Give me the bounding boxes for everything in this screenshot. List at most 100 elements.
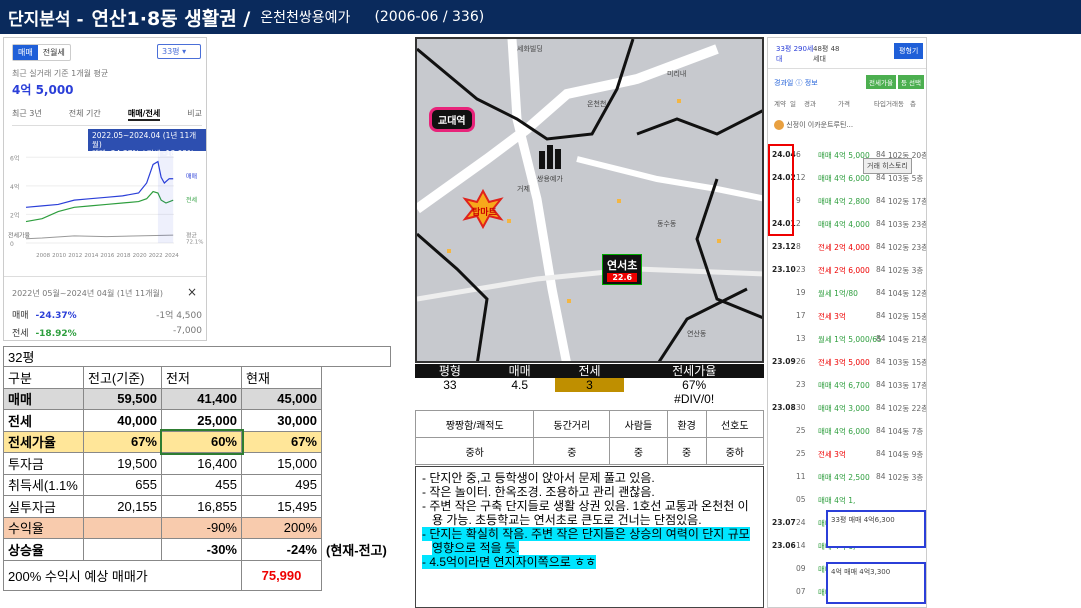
- tab-all[interactable]: 전체 기간: [69, 108, 101, 121]
- table-row[interactable]: 11 매매 4억 2,500 84 102동 3층: [768, 466, 926, 488]
- ratio-line: [25, 234, 174, 240]
- invest-cell: 655: [83, 473, 162, 496]
- q-v-1: 중하: [414, 437, 535, 465]
- map-canvas: [417, 39, 762, 361]
- pyeong-button[interactable]: 평형기: [894, 43, 924, 59]
- location-map[interactable]: 교대역 탑마트 연서초 22.6 세화빌딩 온천천 미리내 거제 쌍용예가 동수…: [415, 37, 764, 363]
- avatar: [774, 120, 784, 130]
- table-row[interactable]: 23.09 26 전세 3억 5,000 84 103동 15층: [768, 351, 926, 373]
- trade-cell: 05: [796, 495, 806, 504]
- trade-cell: 9: [796, 196, 801, 205]
- trade-cell: 84: [876, 311, 886, 320]
- summary-h-pyeong: 평형: [438, 364, 461, 378]
- map-label-1: 세화빌딩: [517, 45, 543, 53]
- pyeong-select[interactable]: 33평 ▾: [157, 44, 201, 59]
- invest-cell: -30%: [161, 538, 242, 561]
- x-tick-label: 2020: [133, 253, 147, 259]
- trade-head-mid[interactable]: 48평 48세대: [813, 44, 841, 64]
- trade-cell: 103동 17층: [888, 381, 927, 390]
- table-row[interactable]: 23.12 8 전세 2억 4,000 84 102동 23층: [768, 236, 926, 258]
- invest-cell: [83, 516, 162, 539]
- close-icon[interactable]: ×: [187, 285, 197, 299]
- trade-cell: 전세 3억: [818, 312, 846, 321]
- table-row[interactable]: 17 전세 3억 84 102동 15층: [768, 305, 926, 327]
- tab-3y[interactable]: 최근 3년: [12, 108, 42, 121]
- summary-error: #DIV/0!: [674, 392, 715, 406]
- trade-cell: 매매 4억 6,000: [818, 427, 870, 436]
- trade-cell: 매매 4억 4,000: [818, 220, 870, 229]
- table-row[interactable]: 05 매매 4억 1,: [768, 489, 926, 511]
- table-row: 취득세(1.1% 655 455 495: [3, 473, 391, 496]
- invest-row-label: 전세: [3, 409, 84, 432]
- y-tick-label: 6억: [10, 154, 19, 162]
- toggle-rent[interactable]: 전월세: [38, 45, 70, 60]
- header-title: 연산1·8동 생활권 /: [91, 7, 251, 30]
- q-h-2: 동간거리: [533, 410, 611, 438]
- list-item: - 주변 작은 구축 단지들로 생활 상권 있음. 1호선 교통과 온천천 이용…: [422, 499, 749, 527]
- q-h-1: 짱짱함/쾌적도: [414, 410, 535, 438]
- table-row[interactable]: 23 매매 4억 6,700 84 103동 17층: [768, 374, 927, 396]
- trade-cell: 84: [876, 426, 886, 435]
- q-v-3: 중: [609, 437, 668, 465]
- trade-cell: 84: [876, 380, 886, 389]
- map-label-6: 동수동: [657, 220, 677, 228]
- tab-compare[interactable]: 비교: [187, 108, 202, 121]
- invest-cell: [83, 538, 162, 561]
- table-row[interactable]: 25 전세 3억 84 104동 9층: [768, 443, 926, 465]
- trade-cell: 19: [796, 288, 806, 297]
- trade-cell: 84: [876, 242, 886, 251]
- notes-list: - 단지안 중,고 등학생이 앉아서 문제 풀고 있음. - 작은 놀이터. 한옥…: [422, 471, 757, 569]
- trade-cell: 84: [876, 472, 886, 481]
- summary-h-sale: 매매: [508, 364, 531, 378]
- trade-cell: 24: [796, 518, 806, 527]
- q-h-3: 사람들: [609, 410, 668, 438]
- ratio-button[interactable]: 전세가율: [866, 75, 896, 89]
- x-tick-label: 2024: [165, 253, 179, 259]
- invest-cell: 59,500: [83, 387, 162, 410]
- x-tick-label: 2022: [149, 253, 163, 259]
- trade-cell: 84: [876, 449, 886, 458]
- invest-footer-label: 200% 수익시 예상 매매가: [3, 559, 242, 591]
- series-line: [25, 190, 174, 223]
- invest-cell: 40,000: [83, 409, 162, 432]
- popup2-c: 4억3,300: [859, 568, 891, 576]
- table-row[interactable]: 25 매매 4억 6,000 84 104동 7층: [768, 420, 926, 442]
- school-badge[interactable]: 연서초 22.6: [602, 254, 643, 285]
- toggle-sale[interactable]: 매매: [13, 45, 38, 60]
- ratio-value-label: 72.1%: [186, 239, 203, 245]
- history-tooltip: 거래 히스토리: [863, 158, 912, 174]
- tab-sale-jeonse[interactable]: 매매/전세: [127, 108, 161, 121]
- summary-table: 평형 매매 전세 전세가율 33 4.5 3 67% #DIV/0!: [415, 364, 764, 406]
- trade-search[interactable]: 신정이 이카운트루틴...: [774, 120, 853, 130]
- trade-cell: 매매 4억 5,000: [818, 151, 870, 160]
- dong-select-button[interactable]: 등 선택: [898, 75, 925, 89]
- trade-type-toggle[interactable]: 매매 전월세: [12, 44, 71, 61]
- trade-cell: 84: [876, 196, 886, 205]
- ratio-axis-label: 전세가율: [8, 231, 31, 239]
- invest-cell: 455: [161, 473, 242, 496]
- table-row[interactable]: 23.10 23 전세 2억 6,000 84 102동 3층: [768, 259, 926, 281]
- trade-head-left[interactable]: 33평 290세대: [776, 44, 816, 64]
- trade-col-header: 경과: [804, 100, 816, 108]
- station-badge[interactable]: 교대역: [429, 107, 475, 132]
- invest-header: 전고(기준): [83, 366, 162, 389]
- list-item: - 단지는 확실히 작음. 주변 작은 단지들은 상승의 여력이 단지 규모 영…: [422, 527, 750, 555]
- q-h-5: 선호도: [705, 410, 765, 438]
- table-row[interactable]: 23.08 30 매매 4억 3,000 84 102동 22층: [768, 397, 926, 419]
- invest-footer-value: 75,990: [241, 559, 322, 591]
- period-text: 2022년 05월~2024년 04월 (1년 11개월): [12, 289, 163, 298]
- summary-ratio: 67%: [682, 378, 707, 392]
- invest-row-label: 상승율: [3, 538, 84, 561]
- investment-table: 32평 구분 전고(기준) 전저 현재 매매 59,500 41,400 45,000 전세 40…: [2, 346, 392, 591]
- trade-cell: 매매 4억 3,000: [818, 404, 870, 413]
- trade-cell: 103동 23층: [888, 220, 927, 229]
- notes-box: - 단지안 중,고 등학생이 앉아서 문제 풀고 있음. - 작은 놀이터. 한옥…: [415, 466, 764, 608]
- table-row[interactable]: 13 월세 1억 5,000/65 84 104동 21층: [768, 328, 926, 350]
- table-row[interactable]: 19 월세 1억/80 84 104동 12층: [768, 282, 926, 304]
- trade-cell: 07: [796, 587, 806, 596]
- sale-amt: -1억 4,500: [156, 311, 202, 321]
- trade-cell: 23.06: [772, 541, 796, 550]
- invest-header: 구분: [3, 366, 84, 389]
- trade-cell: 30: [796, 403, 806, 412]
- legend-avg: 평균: [186, 231, 198, 239]
